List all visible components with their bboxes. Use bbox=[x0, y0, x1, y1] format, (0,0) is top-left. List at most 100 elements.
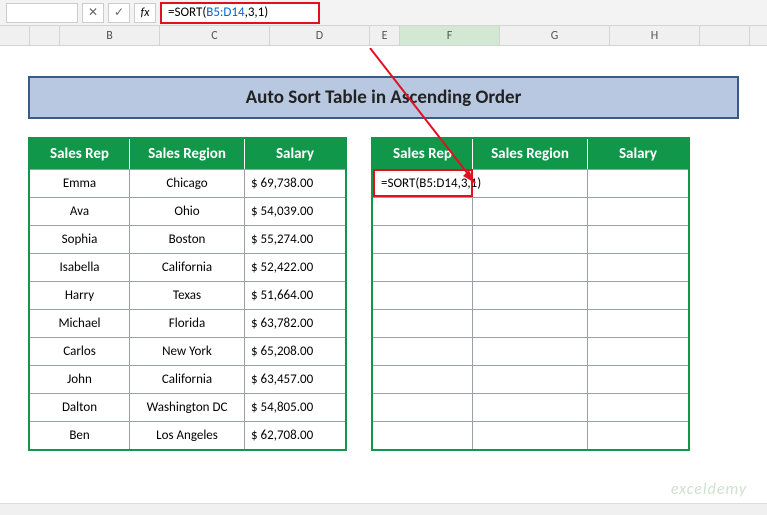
cell[interactable] bbox=[588, 309, 688, 337]
cell[interactable]: Ava bbox=[30, 197, 130, 225]
cell[interactable]: Washington DC bbox=[130, 393, 245, 421]
cell[interactable]: Dalton bbox=[30, 393, 130, 421]
table-row[interactable]: HarryTexas$ 51,664.00 bbox=[30, 281, 345, 309]
formula-bar: ✕ ✓ fx =SORT(B5:D14,3,1) bbox=[0, 0, 767, 26]
cell[interactable]: New York bbox=[130, 337, 245, 365]
cell[interactable] bbox=[373, 281, 473, 309]
table-row[interactable]: MichaelFlorida$ 63,782.00 bbox=[30, 309, 345, 337]
worksheet: B C D E F G H Auto Sort Table in Ascendi… bbox=[0, 26, 767, 515]
cell[interactable] bbox=[588, 281, 688, 309]
cell[interactable]: $ 54,039.00 bbox=[245, 197, 345, 225]
arrow-annotation bbox=[355, 48, 655, 208]
cell[interactable]: Carlos bbox=[30, 337, 130, 365]
cell[interactable] bbox=[588, 253, 688, 281]
cell[interactable] bbox=[473, 365, 588, 393]
horizontal-scrollbar[interactable] bbox=[0, 503, 767, 515]
col-hdr[interactable] bbox=[0, 26, 30, 45]
source-table: Sales Rep Sales Region Salary EmmaChicag… bbox=[28, 137, 347, 451]
table-row[interactable] bbox=[373, 309, 688, 337]
cell[interactable]: $ 51,664.00 bbox=[245, 281, 345, 309]
formula-prefix: =SORT( bbox=[168, 5, 206, 20]
col-hdr-f[interactable]: F bbox=[400, 26, 500, 45]
cell[interactable] bbox=[473, 281, 588, 309]
cell[interactable] bbox=[373, 225, 473, 253]
table-row[interactable]: CarlosNew York$ 65,208.00 bbox=[30, 337, 345, 365]
cancel-icon[interactable]: ✕ bbox=[82, 3, 104, 23]
cell[interactable] bbox=[588, 393, 688, 421]
cell[interactable] bbox=[373, 309, 473, 337]
cell[interactable]: Ohio bbox=[130, 197, 245, 225]
fx-icon[interactable]: fx bbox=[134, 3, 156, 23]
cell[interactable]: $ 62,708.00 bbox=[245, 421, 345, 449]
table-row[interactable] bbox=[373, 225, 688, 253]
cell[interactable]: Isabella bbox=[30, 253, 130, 281]
cell[interactable]: $ 55,274.00 bbox=[245, 225, 345, 253]
cell[interactable] bbox=[588, 225, 688, 253]
cell[interactable]: Emma bbox=[30, 169, 130, 197]
cell[interactable] bbox=[373, 365, 473, 393]
cell[interactable]: California bbox=[130, 253, 245, 281]
cell[interactable]: Chicago bbox=[130, 169, 245, 197]
cell[interactable]: $ 54,805.00 bbox=[245, 393, 345, 421]
cell[interactable]: $ 63,782.00 bbox=[245, 309, 345, 337]
cell[interactable]: $ 63,457.00 bbox=[245, 365, 345, 393]
table-row[interactable] bbox=[373, 281, 688, 309]
cell[interactable]: Florida bbox=[130, 309, 245, 337]
cell[interactable]: Los Angeles bbox=[130, 421, 245, 449]
header-rep: Sales Rep bbox=[30, 139, 130, 169]
cell[interactable]: California bbox=[130, 365, 245, 393]
column-headers: B C D E F G H bbox=[0, 26, 767, 46]
table-row[interactable]: SophiaBoston$ 55,274.00 bbox=[30, 225, 345, 253]
cell[interactable]: Harry bbox=[30, 281, 130, 309]
cell[interactable]: Sophia bbox=[30, 225, 130, 253]
table-row[interactable] bbox=[373, 393, 688, 421]
formula-suffix: ,3,1) bbox=[245, 5, 269, 20]
cell[interactable]: $ 65,208.00 bbox=[245, 337, 345, 365]
table-row[interactable]: DaltonWashington DC$ 54,805.00 bbox=[30, 393, 345, 421]
cell[interactable] bbox=[588, 337, 688, 365]
cell[interactable] bbox=[373, 421, 473, 449]
col-hdr[interactable] bbox=[700, 26, 750, 45]
cell[interactable] bbox=[373, 253, 473, 281]
cell[interactable] bbox=[473, 225, 588, 253]
table-row[interactable]: IsabellaCalifornia$ 52,422.00 bbox=[30, 253, 345, 281]
col-hdr-h[interactable]: H bbox=[610, 26, 700, 45]
table-row[interactable] bbox=[373, 421, 688, 449]
cell[interactable]: John bbox=[30, 365, 130, 393]
cell[interactable] bbox=[473, 253, 588, 281]
col-hdr[interactable] bbox=[30, 26, 60, 45]
cell[interactable] bbox=[473, 421, 588, 449]
watermark: exceldemy bbox=[671, 480, 747, 499]
col-hdr-b[interactable]: B bbox=[60, 26, 160, 45]
confirm-icon[interactable]: ✓ bbox=[108, 3, 130, 23]
cell[interactable]: Ben bbox=[30, 421, 130, 449]
cell[interactable] bbox=[373, 393, 473, 421]
cell[interactable]: Texas bbox=[130, 281, 245, 309]
cell[interactable]: Boston bbox=[130, 225, 245, 253]
table-row[interactable]: BenLos Angeles$ 62,708.00 bbox=[30, 421, 345, 449]
col-hdr-g[interactable]: G bbox=[500, 26, 610, 45]
name-box[interactable] bbox=[6, 3, 78, 23]
cell[interactable] bbox=[473, 337, 588, 365]
formula-input[interactable]: =SORT(B5:D14,3,1) bbox=[160, 2, 320, 24]
cell[interactable]: Michael bbox=[30, 309, 130, 337]
cell[interactable]: $ 52,422.00 bbox=[245, 253, 345, 281]
formula-range: B5:D14 bbox=[206, 5, 244, 20]
cell[interactable] bbox=[473, 309, 588, 337]
cell[interactable] bbox=[588, 421, 688, 449]
cell[interactable] bbox=[373, 337, 473, 365]
col-hdr-c[interactable]: C bbox=[160, 26, 270, 45]
table-row[interactable]: EmmaChicago$ 69,738.00 bbox=[30, 169, 345, 197]
table-row[interactable] bbox=[373, 253, 688, 281]
cell[interactable]: $ 69,738.00 bbox=[245, 169, 345, 197]
col-hdr-d[interactable]: D bbox=[270, 26, 370, 45]
cell[interactable] bbox=[588, 365, 688, 393]
header-salary: Salary bbox=[245, 139, 345, 169]
table-row[interactable] bbox=[373, 337, 688, 365]
col-hdr-e[interactable]: E bbox=[370, 26, 400, 45]
cell[interactable] bbox=[473, 393, 588, 421]
table-row[interactable]: JohnCalifornia$ 63,457.00 bbox=[30, 365, 345, 393]
table-row[interactable]: AvaOhio$ 54,039.00 bbox=[30, 197, 345, 225]
header-region: Sales Region bbox=[130, 139, 245, 169]
table-row[interactable] bbox=[373, 365, 688, 393]
